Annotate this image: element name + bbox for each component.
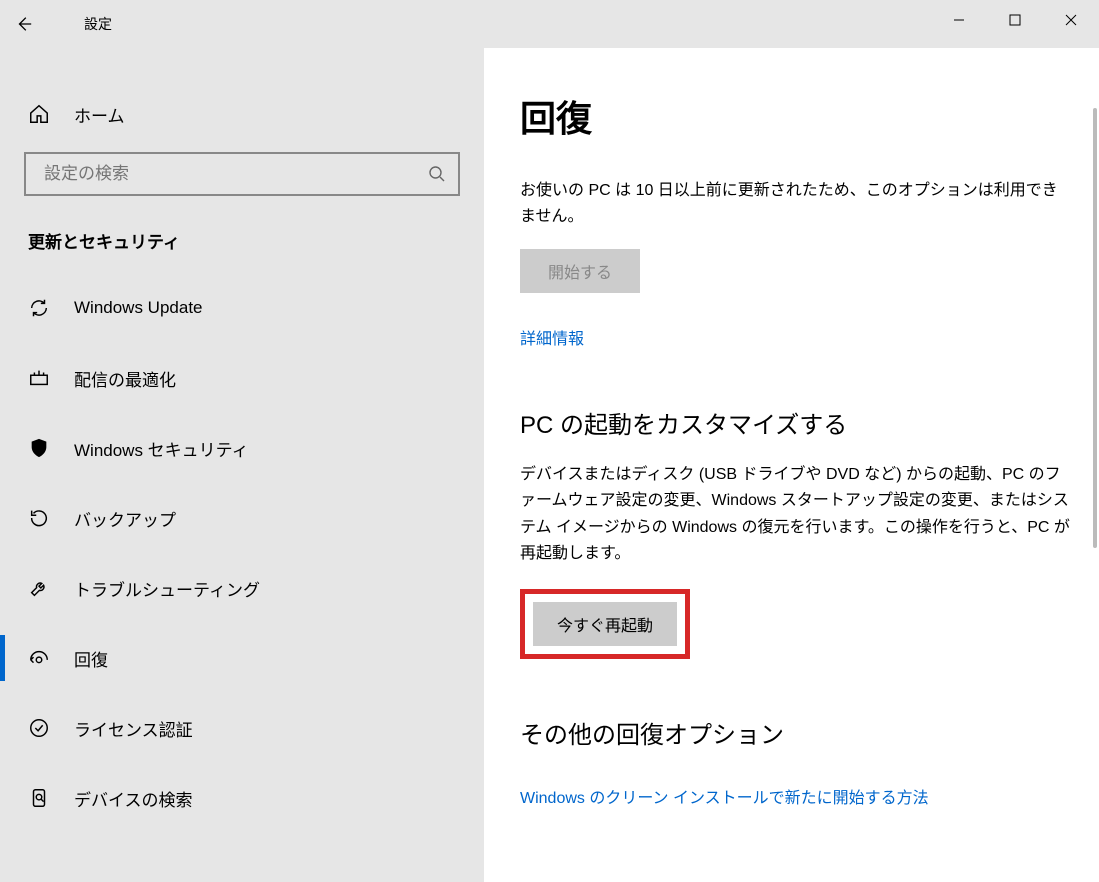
- highlight-box: 今すぐ再起動: [520, 589, 690, 659]
- sidebar-category: 更新とセキュリティ: [0, 196, 484, 273]
- more-info-link[interactable]: 詳細情報: [520, 325, 584, 349]
- wrench-icon: [28, 577, 50, 599]
- advanced-heading: PC の起動をカスタマイズする: [520, 405, 1071, 440]
- nav-activation[interactable]: ライセンス認証: [0, 693, 484, 763]
- nav-item-label: デバイスの検索: [74, 786, 193, 811]
- nav-item-label: 配信の最適化: [74, 366, 176, 391]
- delivery-icon: [28, 367, 50, 389]
- home-icon: [28, 103, 50, 125]
- close-button[interactable]: [1043, 0, 1099, 40]
- nav-item-label: ライセンス認証: [74, 716, 193, 741]
- search-wrap: [0, 140, 484, 196]
- window-controls: [931, 0, 1099, 40]
- search-box[interactable]: [24, 152, 460, 196]
- nav-item-label: トラブルシューティング: [74, 576, 260, 601]
- close-icon: [1065, 14, 1077, 26]
- search-input[interactable]: [44, 164, 428, 184]
- maximize-icon: [1009, 14, 1021, 26]
- minimize-icon: [953, 14, 965, 26]
- nav-backup[interactable]: バックアップ: [0, 483, 484, 553]
- reset-start-button: 開始する: [520, 249, 640, 293]
- findmy-icon: [28, 787, 50, 809]
- minimize-button[interactable]: [931, 0, 987, 40]
- shield-icon: [28, 437, 50, 459]
- search-icon: [428, 165, 446, 183]
- back-button[interactable]: [0, 0, 48, 48]
- window-title: 設定: [84, 14, 112, 34]
- advanced-description: デバイスまたはディスク (USB ドライブや DVD など) からの起動、PC …: [520, 462, 1071, 568]
- body: ホーム 更新とセキュリティ Windows Update 配: [0, 48, 1099, 882]
- nav-item-label: Windows セキュリティ: [74, 436, 249, 461]
- nav-find-my-device[interactable]: デバイスの検索: [0, 763, 484, 833]
- nav-recovery[interactable]: 回復: [0, 623, 484, 693]
- activation-icon: [28, 717, 50, 739]
- reset-description: お使いの PC は 10 日以上前に更新されたため、このオプションは利用できませ…: [520, 178, 1071, 231]
- titlebar: 設定: [0, 0, 1099, 48]
- nav-windows-security[interactable]: Windows セキュリティ: [0, 413, 484, 483]
- main-content: 回復 お使いの PC は 10 日以上前に更新されたため、このオプションは利用で…: [484, 48, 1099, 882]
- clean-install-link[interactable]: Windows のクリーン インストールで新たに開始する方法: [520, 784, 929, 808]
- nav-home-label: ホーム: [74, 102, 125, 127]
- restart-now-button[interactable]: 今すぐ再起動: [533, 602, 677, 646]
- nav-home[interactable]: ホーム: [0, 88, 484, 140]
- settings-window: 設定 ホーム 更新とセキュリティ: [0, 0, 1099, 882]
- sidebar: ホーム 更新とセキュリティ Windows Update 配: [0, 48, 484, 882]
- maximize-button[interactable]: [987, 0, 1043, 40]
- other-heading: その他の回復オプション: [520, 715, 1071, 750]
- nav-item-label: Windows Update: [74, 298, 203, 318]
- refresh-icon: [28, 297, 50, 319]
- scrollbar[interactable]: [1093, 108, 1097, 548]
- nav-list: Windows Update 配信の最適化 Windows セキュリティ バック…: [0, 273, 484, 833]
- nav-delivery-optimization[interactable]: 配信の最適化: [0, 343, 484, 413]
- arrow-left-icon: [15, 15, 33, 33]
- backup-icon: [28, 507, 50, 529]
- advanced-startup-section: PC の起動をカスタマイズする デバイスまたはディスク (USB ドライブや D…: [520, 405, 1071, 660]
- nav-windows-update[interactable]: Windows Update: [0, 273, 484, 343]
- nav-item-label: 回復: [74, 646, 108, 671]
- nav-troubleshoot[interactable]: トラブルシューティング: [0, 553, 484, 623]
- recovery-icon: [28, 647, 50, 669]
- other-recovery-section: その他の回復オプション Windows のクリーン インストールで新たに開始する…: [520, 715, 1071, 808]
- nav-item-label: バックアップ: [74, 506, 176, 531]
- page-heading: 回復: [520, 90, 1071, 142]
